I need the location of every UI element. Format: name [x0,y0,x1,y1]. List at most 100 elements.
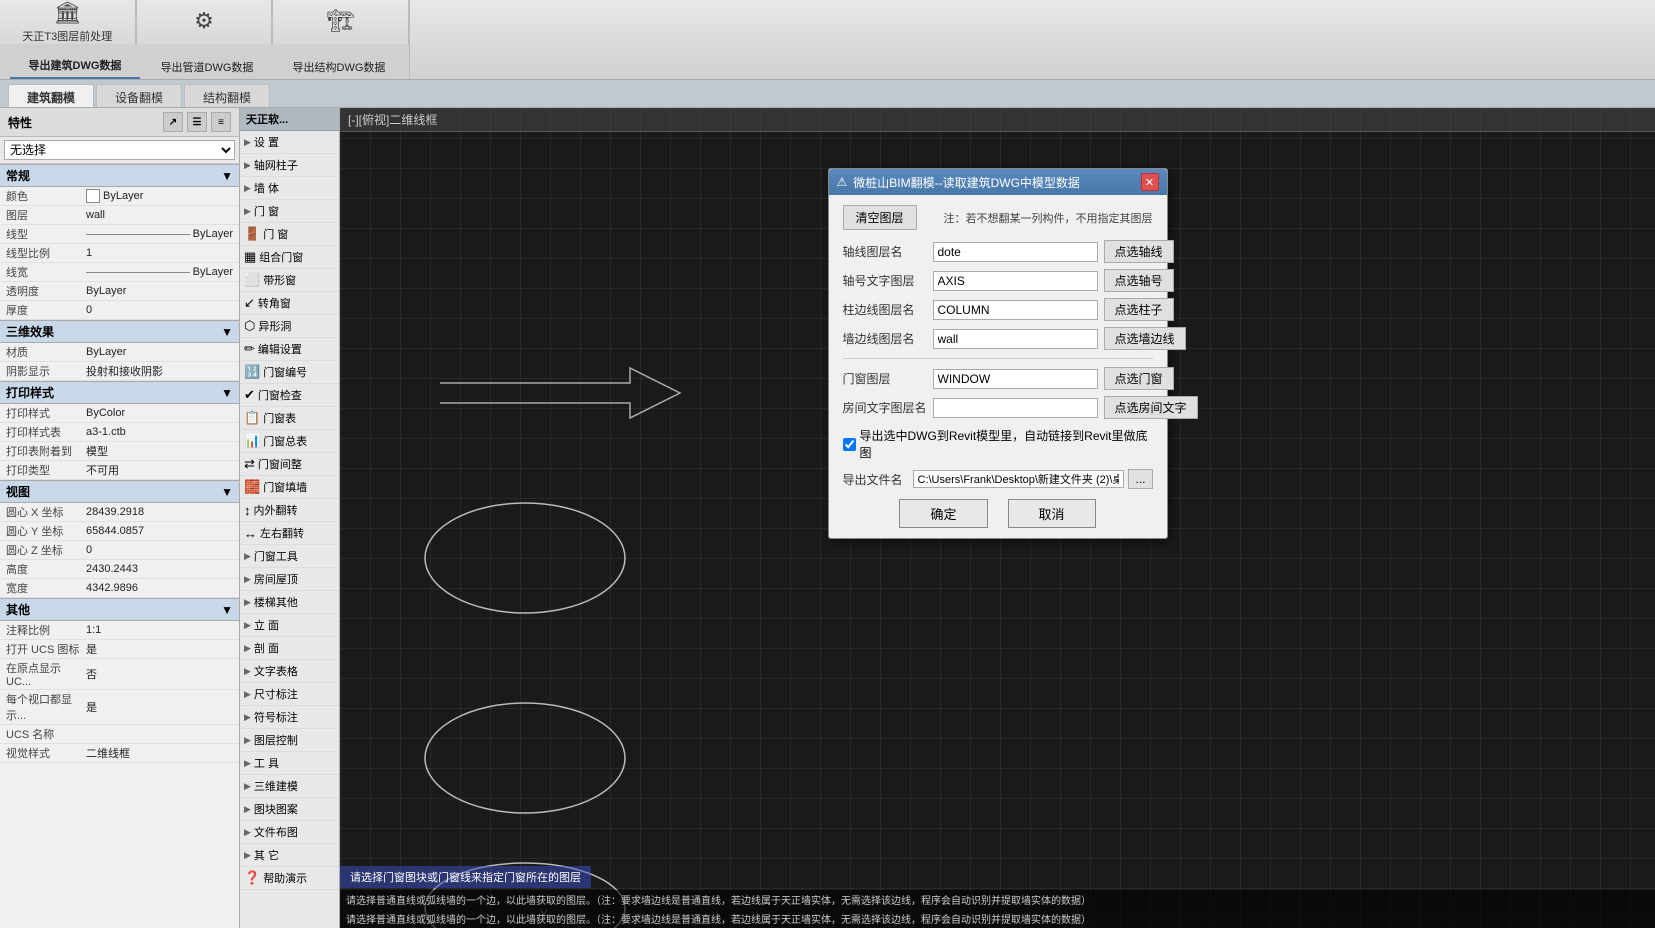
col-layer-btn[interactable]: 点选柱子 [1104,298,1174,321]
menu-block-img[interactable]: ▶ 图块图案 [240,798,339,821]
menu-floor-other[interactable]: ▶ 楼梯其他 [240,591,339,614]
prop-printtable: 打印样式表 a3-1.ctb [0,423,239,442]
struct-icon: 🏗 [327,8,355,34]
tab-mep[interactable]: 设备翻模 [96,84,182,107]
menu-interior[interactable]: ↕ 内外翻转 [240,499,339,522]
section-general: 常规 ▼ [0,164,239,187]
menu-door-win2[interactable]: 🚪 门 窗 [240,223,339,246]
prop-ucs-icon: 打开 UCS 图标 是 [0,640,239,659]
axis-layer-input[interactable] [933,242,1098,262]
menu-door-table[interactable]: 📋 门窗表 [240,407,339,430]
menu-arrange-label: 门窗间整 [258,456,302,472]
export-checkbox[interactable] [843,438,856,451]
menu-help[interactable]: ❓ 帮助演示 [240,867,339,890]
menu-combo-door[interactable]: ▦ 组合门窗 [240,246,339,269]
prop-material: 材质 ByLayer [0,343,239,362]
menu-edit-settings[interactable]: ✏ 编辑设置 [240,338,339,361]
menu-3d-model[interactable]: ▶ 三维建模 [240,775,339,798]
menu-symbol[interactable]: ▶ 符号标注 [240,706,339,729]
menu-door-arrange[interactable]: ⇄ 门窗间整 [240,453,339,476]
menu-axis[interactable]: ▶ 轴网柱子 [240,154,339,177]
menu-elevation-label: 立 面 [254,617,279,633]
menu-door-tools[interactable]: ▶ 门窗工具 [240,545,339,568]
arrow-icon-10: ▶ [244,666,251,677]
menu-section-label: 剖 面 [254,640,279,656]
arrow-icon-13: ▶ [244,735,251,746]
dialog-ok-button[interactable]: 确定 [899,499,987,528]
arrow-icon-15: ▶ [244,781,251,792]
mid-menu-header: 天正软... [240,108,339,131]
axis-text-input[interactable] [933,271,1098,291]
menu-corner-win[interactable]: ↙ 转角窗 [240,292,339,315]
line-sample [86,234,190,235]
room-text-input[interactable] [933,398,1098,418]
dialog-cancel-button[interactable]: 取消 [1008,499,1096,528]
top-toolbar: 🏛 天正T3图层前处理 ⚙ 🏗 导出建筑DWG数据 导出管道DWG数据 导出结构… [0,0,1655,80]
menu-room-roof[interactable]: ▶ 房间屋顶 [240,568,339,591]
dialog-body: 清空图层 注：若不想翻某一列构件，不用指定其图层 轴线图层名 点选轴线 轴号文字… [829,195,1167,538]
prop-color: 颜色 ByLayer [0,187,239,206]
prop-printtype: 打印类型 不可用 [0,461,239,480]
menu-other2[interactable]: ▶ 其 它 [240,844,339,867]
color-box [86,189,100,203]
props-icon-2[interactable]: ☰ [187,112,207,132]
dialog-close-button[interactable]: ✕ [1141,173,1159,191]
toolbar-arch[interactable]: 🏛 天正T3图层前处理 [0,0,136,44]
door-layer-btn[interactable]: 点选门窗 [1104,367,1174,390]
menu-belt-win[interactable]: ⬜ 带形窗 [240,269,339,292]
menu-wall[interactable]: ▶ 墙 体 [240,177,339,200]
menu-text-table[interactable]: ▶ 文字表格 [240,660,339,683]
menu-tools[interactable]: ▶ 工 具 [240,752,339,775]
combo-icon: ▦ [244,249,256,265]
menu-layer-ctrl[interactable]: ▶ 图层控制 [240,729,339,752]
prop-viewport-show: 每个视口都显示... 是 [0,690,239,725]
wall-layer-input[interactable] [933,329,1098,349]
menu-door-win[interactable]: ▶ 门 窗 [240,200,339,223]
menu-odd-win[interactable]: ⬡ 异形洞 [240,315,339,338]
menu-total-label: 门窗总表 [263,433,307,449]
menu-elevation[interactable]: ▶ 立 面 [240,614,339,637]
props-icon-1[interactable]: ↗ [163,112,183,132]
menu-leftright[interactable]: ↔ 左右翻转 [240,522,339,545]
door-layer-input[interactable] [933,369,1098,389]
filepath-input[interactable] [913,470,1125,488]
status-msg-2: 请选择普通直线或弧线墙的一个边，以此墙获取的图层。（注：要求墙边线是普通直线，若… [340,909,1655,928]
props-icon-3[interactable]: ≡ [211,112,231,132]
properties-scroll: 常规 ▼ 颜色 ByLayer 图层 wall 线型 ByLayer [0,164,239,928]
menu-dim[interactable]: ▶ 尺寸标注 [240,683,339,706]
arrow-icon-11: ▶ [244,689,251,700]
menu-door-num[interactable]: 🔢 门窗编号 [240,361,339,384]
menu-combo-label: 组合门窗 [259,249,303,265]
toolbar-mep[interactable]: ⚙ [136,0,273,44]
tab-struct[interactable]: 结构翻模 [184,84,270,107]
menu-settings[interactable]: ▶ 设 置 [240,131,339,154]
property-select[interactable]: 无选择 [4,140,235,160]
menu-symbol-label: 符号标注 [254,709,298,725]
prop-cz: 圆心 Z 坐标 0 [0,541,239,560]
prop-shadow: 阴影显示 投射和接收阴影 [0,362,239,381]
section-other: 其他 ▼ [0,598,239,621]
menu-texttable-label: 文字表格 [254,663,298,679]
arrow-icon-9: ▶ [244,643,251,654]
wall-layer-btn[interactable]: 点选墙边线 [1104,327,1186,350]
col-layer-input[interactable] [933,300,1098,320]
dialog-top-row: 清空图层 注：若不想翻某一列构件，不用指定其图层 [843,205,1153,230]
menu-door-check[interactable]: ✔ 门窗检查 [240,384,339,407]
clear-layers-button[interactable]: 清空图层 [843,205,917,230]
filepath-browse-btn[interactable]: ... [1128,469,1152,489]
menu-floorother-label: 楼梯其他 [254,594,298,610]
menu-section[interactable]: ▶ 剖 面 [240,637,339,660]
arrow-icon-18: ▶ [244,850,251,861]
menu-settings-label: 设 置 [254,134,279,150]
tab-arch[interactable]: 建筑翻模 [8,84,94,107]
prop-ucs-name: UCS 名称 [0,725,239,744]
axis-layer-btn[interactable]: 点选轴线 [1104,240,1174,263]
menu-door-wall[interactable]: 🧱 门窗填墙 [240,476,339,499]
menu-file-map[interactable]: ▶ 文件布图 [240,821,339,844]
menu-door-total[interactable]: 📊 门窗总表 [240,430,339,453]
menu-doortools-label: 门窗工具 [254,548,298,564]
cad-viewport[interactable]: [-][俯视]二维线框 Y 请选择门窗图块或门窗线来指定门窗所在的图层 请选择普… [340,108,1655,928]
axis-text-btn[interactable]: 点选轴号 [1104,269,1174,292]
room-text-btn[interactable]: 点选房间文字 [1104,396,1198,419]
toolbar-struct[interactable]: 🏗 [272,0,409,44]
